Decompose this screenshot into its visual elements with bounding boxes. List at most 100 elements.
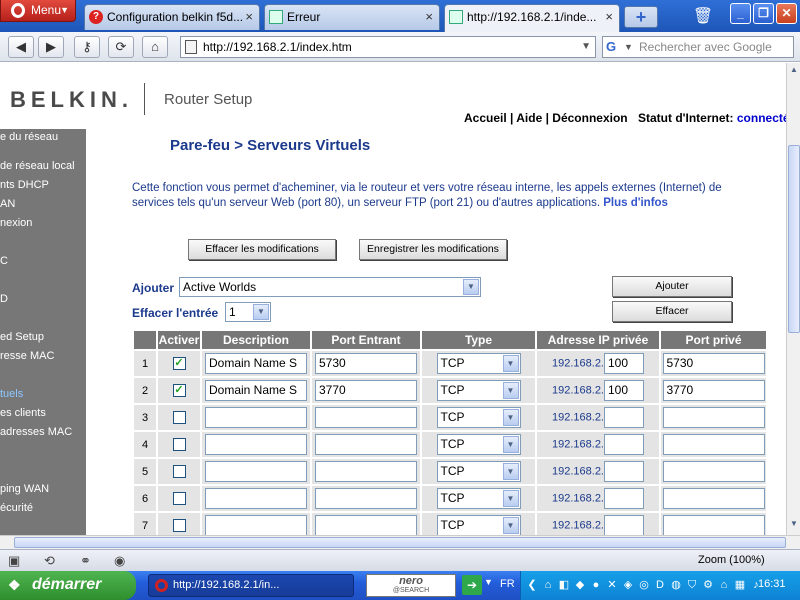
address-bar[interactable]: http://192.168.2.1/index.htm ▼ — [180, 36, 596, 58]
sidebar-item[interactable]: D — [0, 293, 8, 305]
port-in-input[interactable] — [315, 488, 417, 509]
back-button[interactable]: ◀ — [8, 36, 34, 58]
sidebar-item[interactable]: resse MAC — [0, 350, 54, 362]
sync-icon[interactable]: ⟲ — [44, 553, 55, 569]
tray-app-icon[interactable]: ◆ — [573, 578, 587, 592]
close-icon[interactable]: × — [605, 5, 613, 29]
description-input[interactable]: Domain Name S — [205, 380, 307, 401]
sidebar-item[interactable]: C — [0, 255, 8, 267]
chevron-down-icon[interactable]: ▼ — [502, 436, 519, 453]
port-in-input[interactable] — [315, 407, 417, 428]
shield-icon[interactable]: ⛉ — [685, 578, 699, 592]
chevron-down-icon[interactable]: ▼ — [502, 409, 519, 426]
horizontal-scrollbar[interactable] — [0, 535, 800, 549]
scrollbar-thumb[interactable] — [14, 537, 786, 548]
description-input[interactable] — [205, 515, 307, 535]
enable-checkbox[interactable] — [172, 519, 186, 532]
tab-router[interactable]: http://192.168.2.1/inde... × — [444, 4, 620, 32]
tray-app-icon[interactable]: ⌂ — [717, 578, 731, 592]
scroll-down-icon[interactable]: ▼ — [788, 519, 800, 532]
close-icon[interactable]: × — [425, 5, 433, 29]
enable-checkbox[interactable]: ✓ — [172, 384, 186, 397]
home-button[interactable]: ⌂ — [142, 36, 168, 58]
scroll-up-icon[interactable]: ▲ — [788, 65, 800, 78]
description-input[interactable] — [205, 407, 307, 428]
tab-configuration[interactable]: ? Configuration belkin f5d... × — [84, 4, 260, 30]
type-select[interactable]: TCP ▼ — [436, 434, 521, 455]
sidebar-item[interactable]: es clients — [0, 407, 46, 419]
minimize-button[interactable]: _ — [730, 3, 751, 24]
description-input[interactable] — [205, 434, 307, 455]
type-select[interactable]: TCP ▼ — [436, 488, 521, 509]
port-in-input[interactable] — [315, 515, 417, 535]
sidebar-item[interactable]: AN — [0, 198, 15, 210]
ip-input[interactable] — [604, 434, 644, 455]
tray-app-icon[interactable]: ✕ — [605, 578, 619, 592]
sidebar-item[interactable]: ping WAN — [0, 483, 49, 495]
type-select[interactable]: TCP ▼ — [436, 380, 521, 401]
close-window-button[interactable]: ✕ — [776, 3, 797, 24]
network-icon[interactable]: ⌂ — [541, 578, 555, 592]
maximize-button[interactable]: ❐ — [753, 3, 774, 24]
chevron-down-icon[interactable]: ▼ — [502, 490, 519, 507]
opera-menu-button[interactable]: Menu ▼ — [0, 0, 76, 22]
description-input[interactable] — [205, 461, 307, 482]
port-priv-input[interactable] — [662, 515, 765, 535]
search-input[interactable]: G ▼ Rechercher avec Google — [602, 36, 794, 58]
new-tab-button[interactable]: + — [624, 6, 658, 28]
chevron-down-icon[interactable]: ▼ — [624, 37, 633, 57]
chevron-down-icon[interactable]: ▼ — [502, 517, 519, 534]
more-info-link[interactable]: Plus d'infos — [603, 197, 668, 209]
ip-input[interactable] — [604, 407, 644, 428]
type-select[interactable]: TCP ▼ — [436, 515, 521, 535]
vertical-scrollbar[interactable]: ▲ ▼ — [786, 63, 800, 535]
go-arrow-icon[interactable]: ➔ — [462, 575, 482, 595]
sidebar-item-virtual-servers[interactable]: tuels — [0, 388, 23, 400]
chevron-down-icon[interactable]: ▼ — [484, 577, 493, 587]
tray-expand-icon[interactable]: ❮ — [525, 578, 539, 592]
tab-erreur[interactable]: Erreur × — [264, 4, 440, 30]
clear-entry-button[interactable]: Effacer — [612, 301, 732, 322]
port-in-input[interactable] — [315, 434, 417, 455]
clear-changes-button[interactable]: Effacer les modifications — [188, 239, 336, 260]
sidebar-item[interactable]: nexion — [0, 217, 32, 229]
type-select[interactable]: TCP ▼ — [436, 407, 521, 428]
chevron-down-icon[interactable]: ▼ — [581, 37, 591, 57]
chevron-down-icon[interactable]: ▼ — [253, 304, 269, 320]
share-icon[interactable]: ⚭ — [80, 553, 91, 569]
sidebar-item[interactable]: adresses MAC — [0, 426, 72, 438]
add-button[interactable]: Ajouter — [612, 276, 732, 297]
port-priv-input[interactable] — [662, 488, 765, 509]
sidebar-item[interactable]: nts DHCP — [0, 179, 49, 191]
tray-app-icon[interactable]: ▦ — [733, 578, 747, 592]
chevron-down-icon[interactable]: ▼ — [502, 355, 519, 372]
tray-app-icon[interactable]: ◧ — [557, 578, 571, 592]
clear-entry-select[interactable]: 1 ▼ — [225, 302, 271, 322]
port-in-input[interactable] — [315, 461, 417, 482]
enable-checkbox[interactable]: ✓ — [172, 357, 186, 370]
port-priv-input[interactable] — [662, 461, 765, 482]
sidebar-item[interactable]: de réseau local — [0, 160, 75, 172]
tray-app-icon[interactable]: D — [653, 578, 667, 592]
add-service-select[interactable]: Active Worlds ▼ — [179, 277, 481, 297]
tray-app-icon[interactable]: ◍ — [669, 578, 683, 592]
port-in-input[interactable]: 3770 — [315, 380, 417, 401]
sidebar-item[interactable]: écurité — [0, 502, 33, 514]
sidebar-item[interactable]: e du réseau — [0, 131, 58, 143]
tray-app-icon[interactable]: ◎ — [637, 578, 651, 592]
ip-input[interactable] — [604, 461, 644, 482]
type-select[interactable]: TCP ▼ — [436, 353, 521, 374]
tray-app-icon[interactable]: ● — [589, 578, 603, 592]
forward-button[interactable]: ▶ — [38, 36, 64, 58]
language-indicator[interactable]: FR — [500, 578, 515, 590]
description-input[interactable] — [205, 488, 307, 509]
taskbar-item-opera[interactable]: http://192.168.2.1/in... — [148, 574, 354, 597]
enable-checkbox[interactable] — [172, 465, 186, 478]
ip-input[interactable] — [604, 515, 644, 535]
chevron-down-icon[interactable]: ▼ — [502, 382, 519, 399]
ip-input[interactable]: 100 — [604, 353, 644, 374]
enable-checkbox[interactable] — [172, 438, 186, 451]
scrollbar-thumb[interactable] — [788, 145, 800, 333]
start-button[interactable]: ❖ démarrer — [0, 571, 136, 600]
ip-input[interactable] — [604, 488, 644, 509]
